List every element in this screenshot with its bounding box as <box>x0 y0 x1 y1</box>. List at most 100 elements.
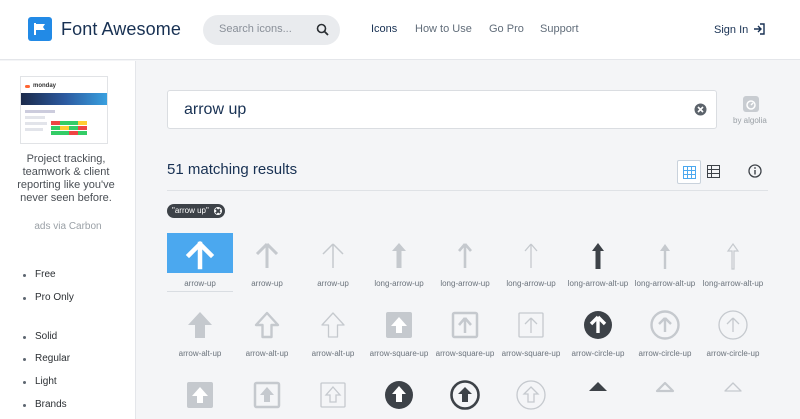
tag-label: "arrow up" <box>172 206 209 215</box>
arrow-square-up-icon <box>386 312 412 338</box>
icon-result-arrow-circle-up[interactable]: arrow-circle-up <box>632 303 698 369</box>
arrow-circle-up-icon <box>584 311 612 339</box>
icon-label: arrow-circle-up <box>706 349 760 358</box>
icon-result-long-arrow-alt-up[interactable]: long-arrow-alt-up <box>565 233 631 299</box>
icon-search-input[interactable]: arrow up <box>167 90 717 129</box>
algolia-logo-icon[interactable] <box>742 95 760 113</box>
filter-label: Brands <box>35 399 67 410</box>
nav-how-to-use[interactable]: How to Use <box>415 23 472 35</box>
arrow-square-up-icon <box>320 382 346 408</box>
icon-result-arrow-circle-up[interactable] <box>366 373 432 419</box>
ad-graphic-row <box>25 122 47 125</box>
icon-result-arrow-square-up[interactable] <box>300 373 366 419</box>
icon-label: arrow-up <box>184 279 216 288</box>
icon-result-arrow-square-up[interactable] <box>234 373 300 419</box>
icon-result-arrow-circle-up[interactable] <box>432 373 498 419</box>
icon-label: long-arrow-alt-up <box>567 279 629 288</box>
icon-result-arrow-alt-up[interactable]: arrow-alt-up <box>300 303 366 369</box>
arrow-circle-up-icon <box>450 380 480 410</box>
filter-label: Solid <box>35 331 58 342</box>
info-icon[interactable] <box>748 164 762 178</box>
font-awesome-flag-icon[interactable] <box>28 17 52 41</box>
icon-result-long-arrow-alt-up[interactable]: long-arrow-alt-up <box>632 233 698 299</box>
search-icon[interactable] <box>316 23 329 36</box>
search-tag[interactable]: "arrow up" <box>167 204 225 218</box>
caret-up-icon <box>724 382 742 392</box>
icon-label: arrow-square-up <box>369 349 429 358</box>
bullet-icon <box>23 381 26 384</box>
arrow-alt-up-icon <box>321 312 345 338</box>
icon-result-arrow-square-up[interactable] <box>167 373 233 419</box>
header-search-input[interactable]: Search icons... <box>203 15 340 45</box>
list-view-button[interactable] <box>702 160 726 184</box>
icon-label: arrow-up <box>317 279 349 288</box>
icon-result-arrow-up[interactable]: arrow-up <box>300 233 366 299</box>
long-arrow-alt-up-icon <box>726 242 740 270</box>
algolia-credit[interactable]: by algolia <box>733 116 767 125</box>
icon-label: arrow-alt-up <box>245 349 289 358</box>
ad-graphic-grid <box>51 121 87 137</box>
long-arrow-up-icon <box>458 243 472 268</box>
icon-result-arrow-square-up[interactable]: arrow-square-up <box>498 303 564 369</box>
icon-label: arrow-alt-up <box>178 349 222 358</box>
icon-result-long-arrow-up[interactable]: long-arrow-up <box>498 233 564 299</box>
monday-logo-mark <box>25 85 30 88</box>
icon-result-arrow-up[interactable]: arrow-up <box>167 233 233 299</box>
long-arrow-alt-up-icon <box>660 244 670 269</box>
ad-graphic-row <box>25 116 45 119</box>
icon-label: arrow-circle-up <box>638 349 692 358</box>
icon-result-arrow-up[interactable]: arrow-up <box>234 233 300 299</box>
icon-result-long-arrow-up[interactable]: long-arrow-up <box>432 233 498 299</box>
icon-result-caret-up[interactable] <box>700 373 766 419</box>
icon-result-long-arrow-up[interactable]: long-arrow-up <box>366 233 432 299</box>
ad-graphic-row <box>25 128 43 131</box>
results-divider <box>167 190 768 191</box>
filter-label: Light <box>35 376 57 387</box>
icon-result-caret-up[interactable] <box>565 373 631 419</box>
arrow-square-up-icon <box>451 311 479 339</box>
icon-result-arrow-square-up[interactable]: arrow-square-up <box>432 303 498 369</box>
icon-label: arrow-alt-up <box>311 349 355 358</box>
arrow-circle-up-icon <box>650 310 680 340</box>
ad-via[interactable]: ads via Carbon <box>0 221 136 232</box>
sign-in-link[interactable]: Sign In <box>714 24 748 36</box>
icon-result-long-arrow-alt-up[interactable]: long-arrow-alt-up <box>700 233 766 299</box>
icon-result-arrow-circle-up[interactable]: arrow-circle-up <box>700 303 766 369</box>
nav-go-pro[interactable]: Go Pro <box>489 23 524 35</box>
long-arrow-up-icon <box>524 243 538 268</box>
icon-result-arrow-circle-up[interactable] <box>498 373 564 419</box>
ad-text[interactable]: Project tracking, teamwork & client repo… <box>16 153 116 205</box>
arrow-square-up-icon <box>187 382 213 408</box>
arrow-square-up-icon <box>518 312 544 338</box>
icon-result-arrow-alt-up[interactable]: arrow-alt-up <box>167 303 233 369</box>
arrow-up-icon <box>322 243 344 268</box>
icon-label: long-arrow-up <box>440 279 490 288</box>
sidebar: monday Project tracking, teamwork & clie… <box>0 61 136 419</box>
filter-label: Free <box>35 269 56 280</box>
arrow-circle-up-icon <box>718 310 748 340</box>
ad-banner-graphic <box>21 93 107 105</box>
arrow-up-icon <box>185 240 215 270</box>
nav-support[interactable]: Support <box>540 23 579 35</box>
arrow-square-up-icon <box>253 381 281 409</box>
remove-tag-icon[interactable] <box>213 207 222 215</box>
icon-label: arrow-square-up <box>501 349 561 358</box>
nav-icons[interactable]: Icons <box>371 23 397 35</box>
icon-result-caret-up[interactable] <box>632 373 698 419</box>
grid-view-button[interactable] <box>677 160 701 184</box>
bullet-icon <box>23 358 26 361</box>
arrow-circle-up-icon <box>516 380 546 410</box>
sign-in-icon[interactable] <box>752 22 766 36</box>
carbon-ad-image[interactable]: monday <box>20 76 108 144</box>
icon-label: long-arrow-up <box>506 279 556 288</box>
icon-label: long-arrow-alt-up <box>702 279 764 288</box>
icon-result-arrow-alt-up[interactable]: arrow-alt-up <box>234 303 300 369</box>
icon-result-arrow-square-up[interactable]: arrow-square-up <box>366 303 432 369</box>
filter-label: Regular <box>35 353 71 364</box>
selected-underline <box>167 291 233 292</box>
icon-result-arrow-circle-up[interactable]: arrow-circle-up <box>565 303 631 369</box>
long-arrow-alt-up-icon <box>592 243 604 269</box>
caret-up-icon <box>655 381 675 393</box>
brand-name[interactable]: Font Awesome <box>61 19 181 40</box>
clear-search-icon[interactable] <box>694 103 707 116</box>
